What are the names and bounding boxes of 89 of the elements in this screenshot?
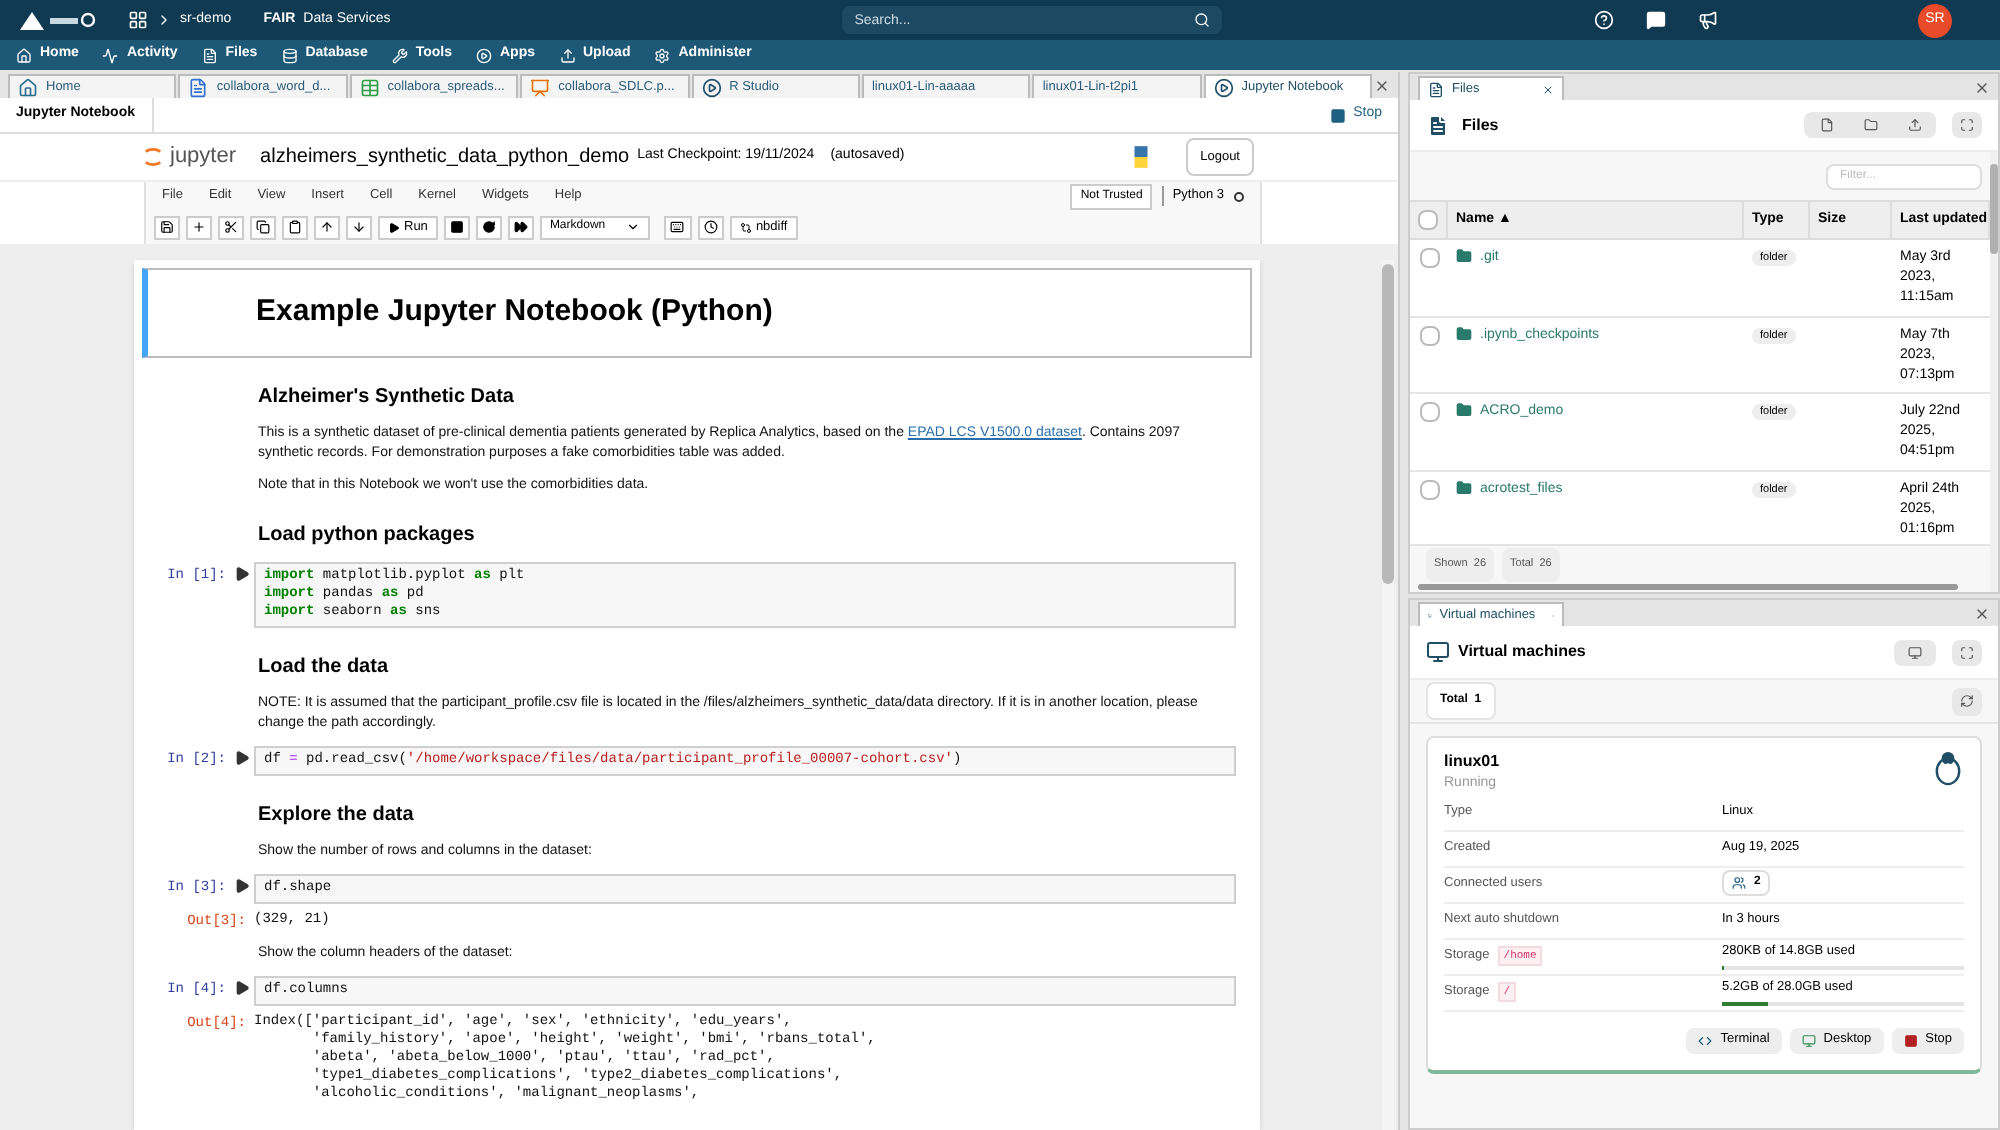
desktop-button[interactable] (1894, 639, 1936, 665)
section-heading: Load the data (256, 653, 391, 681)
search-icon (1194, 12, 1211, 28)
run-cell-icon[interactable] (234, 565, 250, 581)
run-cell-icon[interactable] (234, 877, 250, 893)
checkbox[interactable] (1418, 210, 1438, 230)
toolbar-button[interactable] (282, 215, 308, 239)
file-icon (201, 47, 218, 63)
file-icon (1426, 113, 1450, 137)
keyboard-icon (670, 220, 685, 234)
section-heading: Explore the data (256, 801, 416, 829)
activity-icon (102, 47, 119, 63)
grid-icon[interactable] (128, 10, 148, 30)
document-icon (188, 77, 209, 97)
toolbar-button[interactable] (443, 215, 470, 239)
jupyter-logo-icon (144, 146, 162, 168)
upload-icon (559, 47, 575, 63)
paste-icon (288, 220, 302, 234)
cut-icon (224, 220, 238, 234)
file-icon (1428, 81, 1444, 97)
refresh-button[interactable] (1952, 687, 1982, 715)
wrench-icon (391, 47, 408, 63)
folder-icon (1456, 248, 1472, 264)
toolbar-button[interactable] (218, 215, 244, 239)
play-icon (701, 77, 722, 97)
toolbar-button[interactable] (475, 215, 502, 239)
jupyter-brand: jupyter (170, 142, 237, 173)
notebook-name[interactable]: alzheimers_synthetic_data_python_demo (260, 142, 630, 172)
checkbox[interactable] (1419, 325, 1439, 345)
gear-icon (654, 47, 671, 63)
spreadsheet-icon (359, 77, 380, 97)
toolbar-button[interactable] (154, 215, 180, 239)
run-cell-icon[interactable] (234, 749, 250, 765)
toolbar-button[interactable] (697, 215, 724, 239)
scrollbar[interactable] (1382, 260, 1394, 1130)
stop-icon (1329, 107, 1346, 123)
section-heading: Load python packages (256, 521, 477, 549)
fast-forward-icon (513, 220, 528, 234)
presentation-icon (530, 77, 551, 97)
folder-icon (1456, 402, 1472, 418)
folder-icon (1456, 479, 1472, 495)
run-cell-icon[interactable] (234, 980, 250, 996)
checkbox[interactable] (1419, 248, 1439, 268)
arrow-up-icon (320, 220, 334, 234)
save-icon (160, 220, 174, 234)
folder-icon (1456, 325, 1472, 341)
checkbox[interactable] (1419, 479, 1439, 499)
arrow-down-icon (352, 220, 366, 234)
checkbox[interactable] (1419, 402, 1439, 422)
copy-icon (256, 220, 270, 234)
maximize-button[interactable] (1952, 112, 1982, 138)
stop-icon (449, 220, 464, 234)
logo-icon (16, 8, 96, 32)
toolbar-button[interactable] (663, 215, 692, 239)
scrollbar[interactable] (1990, 152, 1998, 592)
panel-title: Virtual machines (1458, 640, 1586, 664)
code-icon (1698, 1033, 1713, 1047)
upload-icon (1907, 118, 1921, 132)
new-file-icon (1819, 118, 1833, 132)
maximize-icon (1960, 118, 1974, 132)
diff-icon (739, 221, 752, 233)
maximize-icon (1960, 645, 1974, 659)
home-icon (16, 47, 32, 63)
chevron-icon (156, 12, 172, 28)
kernel-status-icon (1234, 191, 1244, 201)
toolbar-button[interactable] (250, 215, 276, 239)
help-icon[interactable] (1594, 10, 1614, 30)
maximize-button[interactable] (1952, 639, 1982, 665)
scrollbar[interactable] (1418, 584, 1958, 590)
play-icon (476, 47, 492, 63)
caret-icon (625, 220, 640, 234)
toolbar-button[interactable] (507, 215, 534, 239)
restart-icon (481, 220, 496, 234)
home-icon (18, 77, 38, 97)
megaphone-icon[interactable] (1698, 10, 1718, 30)
stop-icon (1903, 1033, 1918, 1047)
plus-icon (192, 220, 206, 234)
clock-icon (703, 220, 718, 234)
notebook-title: Example Jupyter Notebook (Python) (256, 292, 775, 332)
play-icon (388, 221, 400, 233)
play-icon (1213, 77, 1234, 97)
users-icon (1732, 876, 1746, 891)
database-icon (281, 47, 298, 63)
folder-icon (1863, 118, 1877, 132)
section-heading: Alzheimer's Synthetic Data (256, 383, 516, 411)
chat-icon[interactable] (1646, 10, 1666, 30)
refresh-icon (1960, 694, 1974, 708)
vm-name: linux01 (1444, 750, 1500, 774)
panel-title: Files (1462, 113, 1499, 137)
